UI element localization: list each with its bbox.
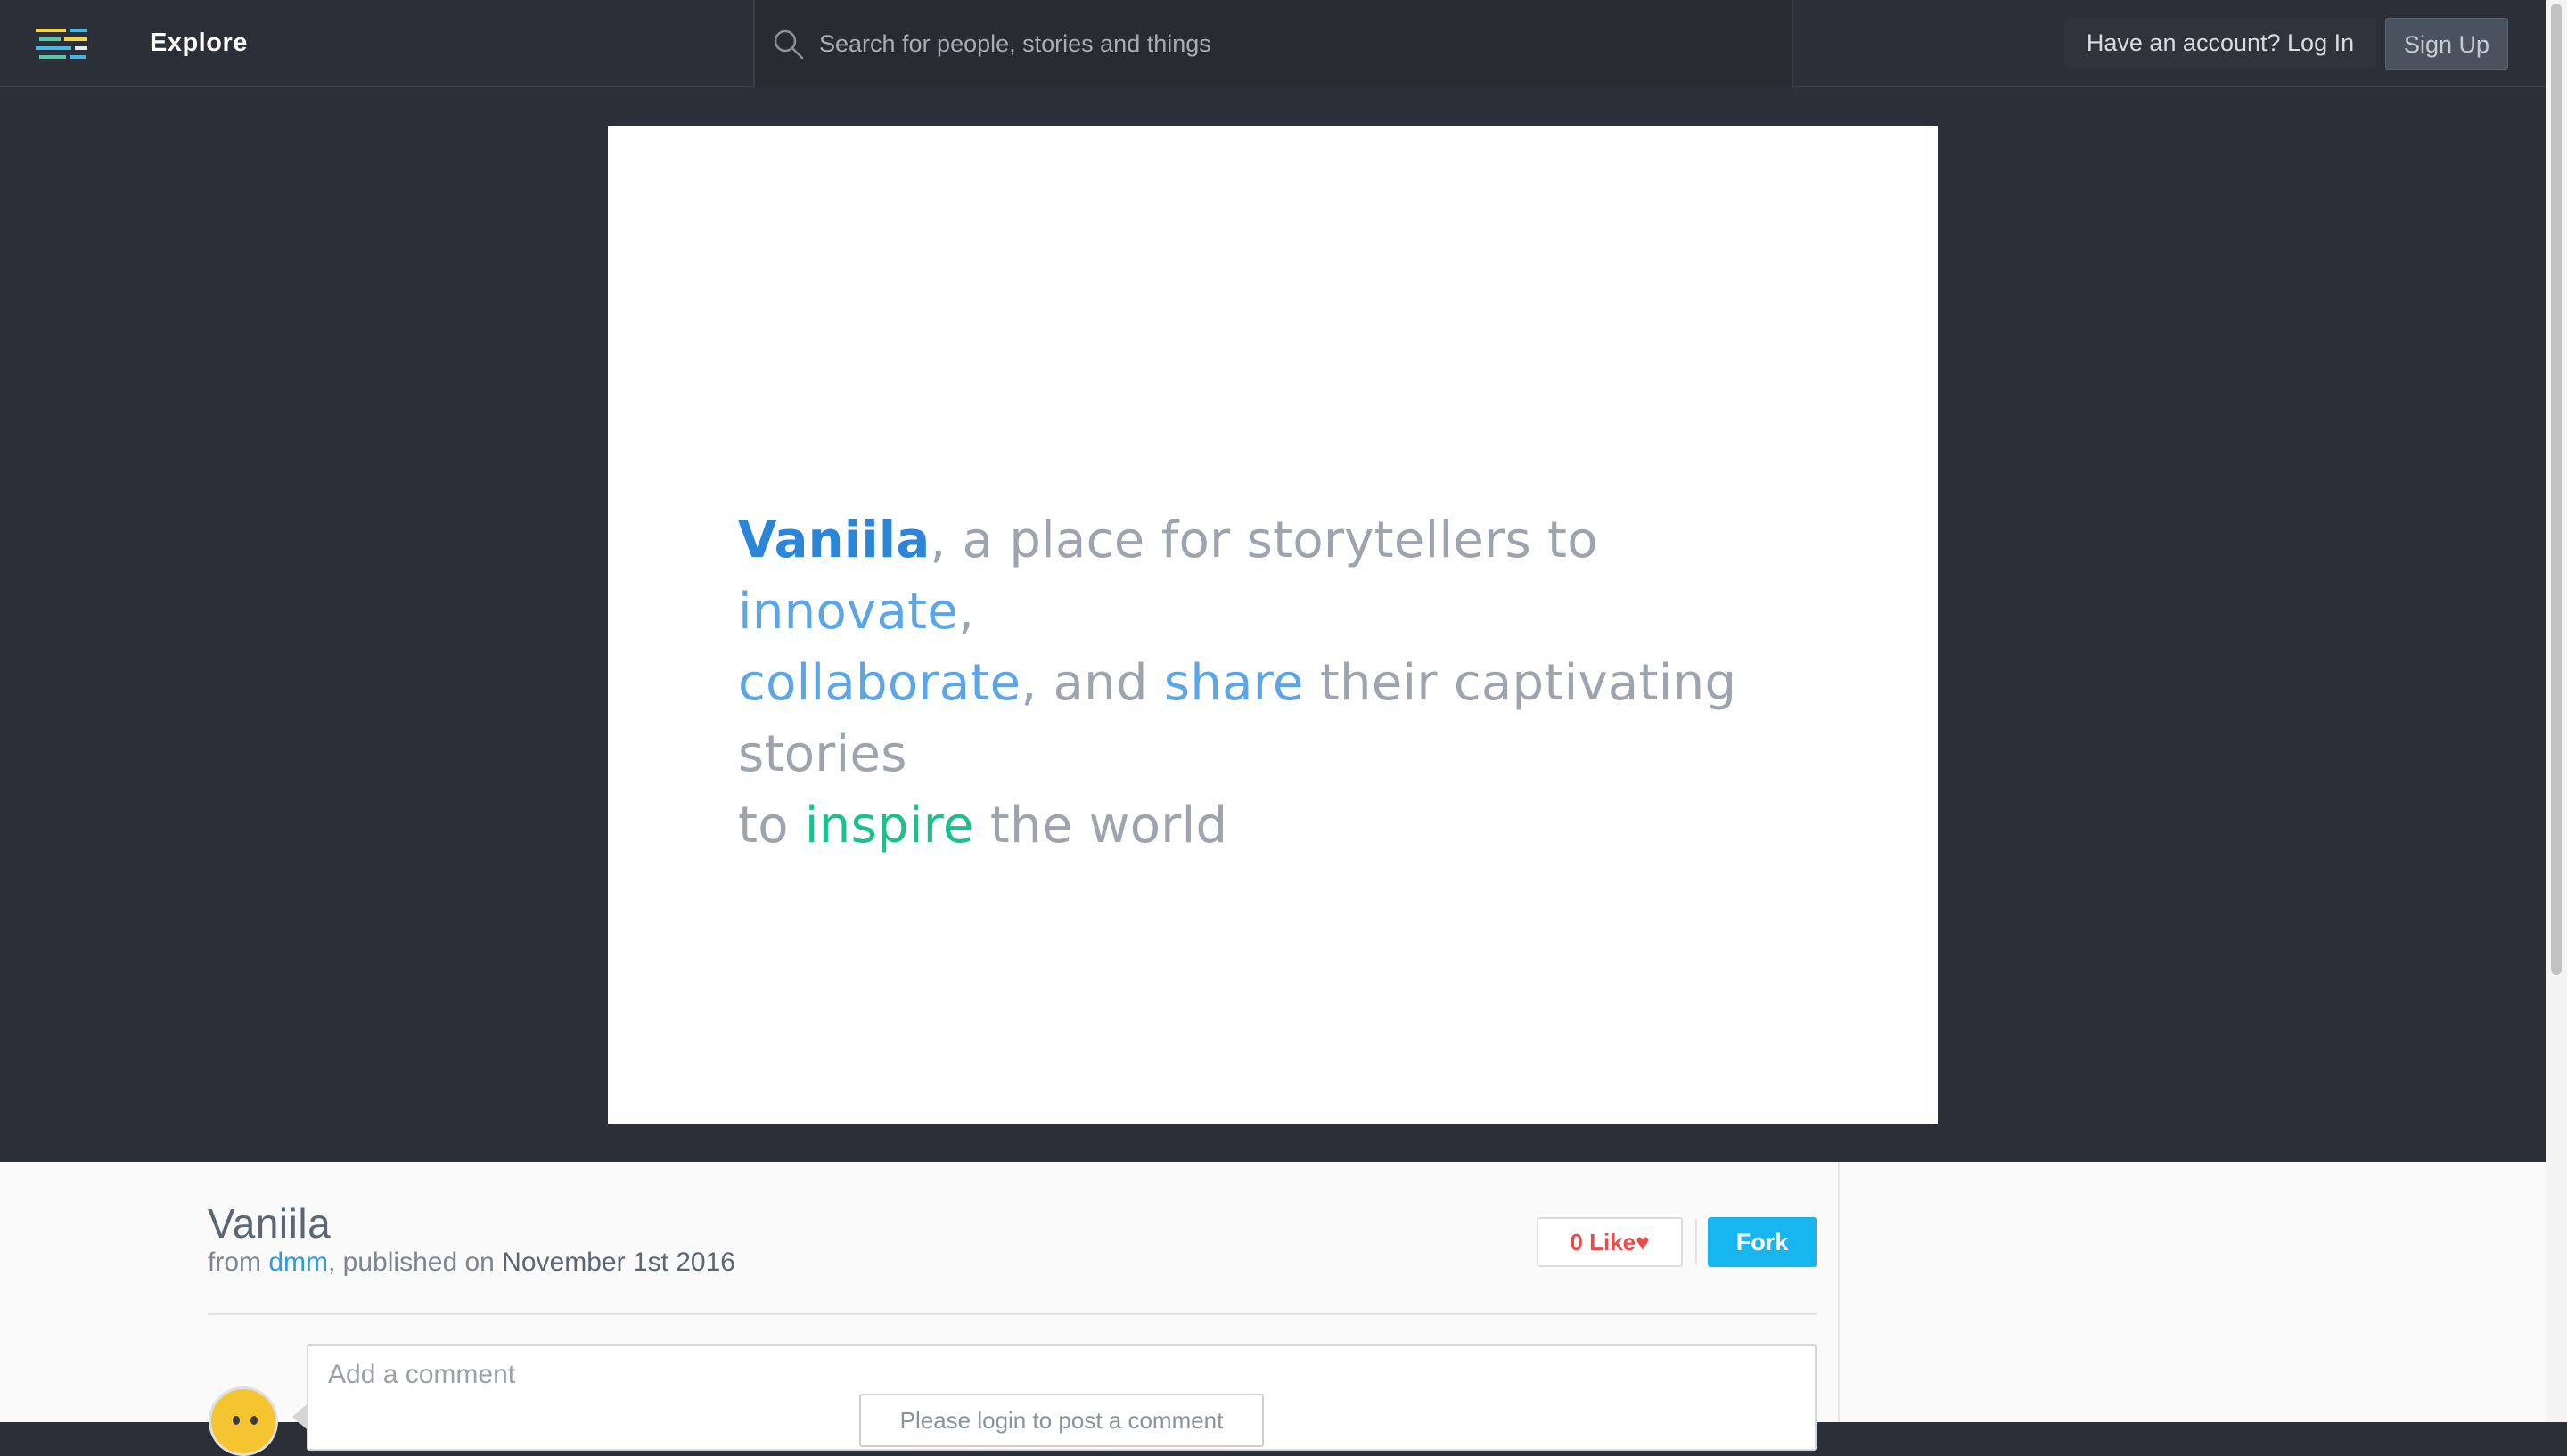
signup-button[interactable]: Sign Up: [2385, 18, 2508, 70]
search-input[interactable]: [817, 21, 1766, 66]
tagline-collaborate: collaborate: [738, 654, 1021, 712]
story-details: Vaniila from dmm, published on November …: [0, 1162, 2546, 1456]
stacked-lines-logo-icon[interactable]: [36, 27, 89, 61]
search-icon: [774, 29, 804, 60]
avatar-eye-icon: [233, 1416, 240, 1425]
tagline-brand: Vaniila: [738, 511, 931, 569]
tagline-text-2: ,: [958, 583, 975, 641]
section-divider: [208, 1313, 1817, 1315]
login-button[interactable]: Have an account? Log In: [2064, 18, 2376, 68]
tagline-share: share: [1163, 654, 1304, 712]
tagline-text-5: to: [738, 797, 805, 855]
tagline-text-1: , a place for storytellers to: [930, 511, 1598, 569]
avatar-eye-icon: [250, 1416, 258, 1425]
fork-button[interactable]: Fork: [1708, 1217, 1817, 1267]
comment-box: Please login to post a comment: [307, 1344, 1817, 1451]
tagline-innovate: innovate: [738, 583, 959, 641]
button-separator: [1695, 1219, 1697, 1265]
story-title: Vaniila: [208, 1200, 332, 1247]
tagline-text-6: the world: [973, 797, 1228, 855]
top-nav: Explore Have an account? Log In Sign Up: [0, 0, 2546, 87]
sidebar-divider: [1838, 1162, 1840, 1422]
story-card[interactable]: Vaniila, a place for storytellers to inn…: [608, 126, 1938, 1124]
tagline-inspire: inspire: [804, 797, 974, 855]
search-bar: [753, 0, 1793, 87]
login-to-comment-button[interactable]: Please login to post a comment: [859, 1394, 1264, 1447]
like-button[interactable]: 0 Like♥: [1537, 1217, 1683, 1267]
scrollbar-thumb[interactable]: [2551, 4, 2562, 975]
heart-icon: ♥: [1636, 1229, 1650, 1256]
byline-from: from: [208, 1247, 269, 1277]
author-link[interactable]: dmm: [268, 1247, 328, 1277]
tagline-text-3: , and: [1021, 654, 1164, 712]
publish-date: November 1st 2016: [502, 1247, 735, 1277]
explore-link[interactable]: Explore: [150, 23, 248, 62]
comment-pointer: [292, 1404, 307, 1429]
like-label: 0 Like: [1570, 1229, 1636, 1256]
story-hero: Vaniila, a place for storytellers to inn…: [0, 87, 2546, 1162]
page-scrollbar[interactable]: [2546, 0, 2567, 1422]
avatar: [209, 1386, 278, 1456]
story-byline: from dmm, published on November 1st 2016: [208, 1247, 735, 1278]
story-tagline: Vaniila, a place for storytellers to inn…: [738, 505, 1834, 862]
byline-published: , published on: [328, 1247, 503, 1277]
